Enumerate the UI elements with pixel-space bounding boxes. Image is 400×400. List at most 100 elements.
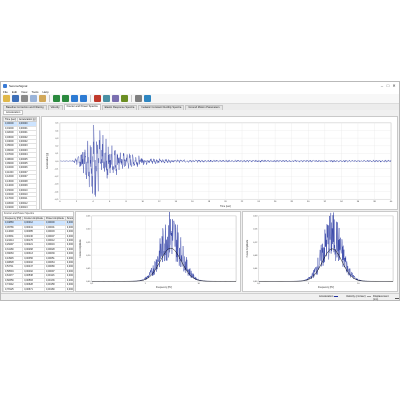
spec-header-2[interactable]: Power Amplitude	[43, 215, 66, 222]
acceleration-chart: 0 2 4 6 8 10 12 14 16 18 20 22 24 26 28 30 32 34 36 38 40 0,5…	[41, 116, 398, 210]
image-button[interactable]	[103, 95, 110, 102]
x-tick-label: 34	[340, 201, 343, 203]
filter-button[interactable]	[121, 95, 128, 102]
tab-acceleration[interactable]: Acceleration	[3, 110, 24, 115]
table-row[interactable]: 0,830080,007150,002040,00063	[3, 290, 73, 291]
x-tick-label: 38	[373, 201, 376, 203]
x-axis-label: Frequency [Hz]	[156, 287, 172, 289]
fourier-spectrum-chart: 0,1 1 10 0,25 0,20 0,15 0,10 0,05 0,00 Frequency …	[75, 211, 241, 292]
x-tick-label: 28	[290, 201, 293, 203]
spec-cell: 0,00012	[64, 251, 73, 257]
legend-item: Displacement (cm)	[373, 295, 399, 301]
spec-cell: 0,00016	[64, 255, 73, 262]
spec-cell: 0,00056	[64, 286, 73, 291]
acceleration-table: Time [sec] Acceleration [g] 0,00000 0,0000…	[3, 117, 38, 209]
app-icon	[3, 83, 7, 88]
y-tick-label: 0,08	[253, 255, 258, 257]
toolbar	[1, 94, 399, 104]
spec-header-3[interactable]: Smooth Spectrum	[64, 215, 73, 222]
spec-header-1[interactable]: Fourier Amplitude	[22, 215, 45, 222]
sub-tab-bar: Acceleration	[3, 110, 24, 115]
zoom-in-button[interactable]	[53, 95, 60, 102]
legend-label: Velocity (cm/sec)	[346, 295, 366, 298]
y-tick-label: 0,10	[86, 255, 91, 257]
spec-cell: 0,00049	[64, 282, 73, 288]
close-button[interactable]: ✕	[391, 83, 397, 88]
menu-view[interactable]: View	[21, 90, 27, 94]
arrow-left-button[interactable]	[71, 95, 78, 102]
x-tick-label: 1	[308, 283, 310, 285]
x-tick-label: 14	[175, 201, 178, 203]
tab-1[interactable]: Velocity	[47, 105, 63, 110]
paste-button[interactable]	[39, 95, 46, 102]
x-tick-label: 4	[92, 201, 94, 203]
tab-2[interactable]: Fourier and Power Spectra	[63, 104, 101, 110]
legend-label: Acceleration	[319, 295, 334, 298]
menu-help[interactable]: Help	[42, 90, 48, 94]
y-tick-label: 0,0	[55, 161, 59, 163]
tab-3[interactable]: Elastic Response Spectra	[101, 105, 138, 110]
spec-cell: 0,00204	[43, 290, 66, 291]
settings-button[interactable]	[135, 95, 142, 102]
table-button[interactable]	[112, 95, 119, 102]
spec-cell: 0,00001	[64, 229, 73, 235]
y-axis-label: Power Amplitude	[246, 239, 249, 257]
print-button[interactable]	[21, 95, 28, 102]
title-bar: SeismoSignal – □ ✕	[1, 82, 399, 89]
toolbar-separator	[49, 95, 50, 102]
menu-edit[interactable]: Edit	[12, 90, 17, 94]
x-tick-label: 1	[145, 283, 147, 285]
toolbar-separator	[131, 95, 132, 102]
chart-button[interactable]	[94, 95, 101, 102]
menu-file[interactable]: File	[3, 90, 8, 94]
x-tick-label: 0,1	[257, 283, 261, 285]
plot-area	[91, 215, 237, 282]
zoom-out-button[interactable]	[62, 95, 69, 102]
window-title: SeismoSignal	[9, 83, 28, 88]
save-button[interactable]	[12, 95, 19, 102]
menu-tools[interactable]: Tools	[31, 90, 38, 94]
accel-header-0[interactable]: Time [sec]	[3, 117, 18, 123]
power-spectrum-chart: 0,1 1 10 0,20 0,16 0,12 0,08 0,04 0,00 Frequency …	[242, 211, 398, 292]
x-tick-label: 40	[390, 201, 393, 203]
y-tick-label: 0,05	[86, 268, 91, 270]
x-tick-label: 16	[191, 201, 194, 203]
copy-button[interactable]	[30, 95, 37, 102]
x-tick-label: 36	[357, 201, 360, 203]
open-folder-button[interactable]	[3, 95, 10, 102]
legend-swatch	[334, 296, 339, 297]
x-tick-label: 10	[197, 283, 200, 285]
y-tick-label: 0,20	[86, 229, 91, 231]
y-tick-label: 0,4	[55, 130, 59, 132]
x-tick-label: 10	[357, 283, 360, 285]
legend-swatch	[395, 297, 399, 299]
legend-label: Displacement (cm)	[373, 295, 389, 301]
tab-5[interactable]: Ground Motion Parameters	[185, 105, 223, 110]
legend-swatch	[366, 296, 371, 297]
spec-cell: 0,00025	[64, 264, 73, 270]
y-tick-label: 0,16	[253, 229, 258, 231]
y-tick-label: 0,25	[86, 216, 91, 218]
spec-cell: 0,00006	[64, 242, 73, 248]
toolbar-separator	[90, 95, 91, 102]
arrow-right-button[interactable]	[80, 95, 87, 102]
y-tick-label: 0,5	[55, 123, 59, 125]
spec-cell: 0,00063	[64, 290, 73, 291]
legend-item: Velocity (cm/sec)	[346, 295, 371, 298]
y-tick-label: 0,1	[55, 153, 59, 155]
accel-header-1[interactable]: Acceleration [g]	[16, 117, 38, 123]
x-axis-label: Time [sec]	[220, 205, 231, 208]
y-tick-label: 0,2	[55, 146, 59, 148]
x-tick-label: 22	[241, 201, 244, 203]
tab-4[interactable]: Inelastic Constant Ductility Spectra	[138, 105, 185, 110]
y-tick-label: -0,2	[55, 176, 60, 178]
legend-item: Acceleration	[319, 295, 339, 298]
spec-cell: 0,00000	[64, 224, 73, 231]
x-tick-label: 8	[126, 201, 128, 203]
y-tick-label: 0,12	[253, 242, 258, 244]
y-tick-label: 0,04	[253, 268, 258, 270]
info-button[interactable]	[144, 95, 151, 102]
spec-cell: 0,00715	[22, 290, 45, 291]
spectra-panel-title: Fourier and Power Spectra	[4, 212, 34, 215]
spec-header-0[interactable]: Frequency [Hz]	[3, 215, 24, 222]
